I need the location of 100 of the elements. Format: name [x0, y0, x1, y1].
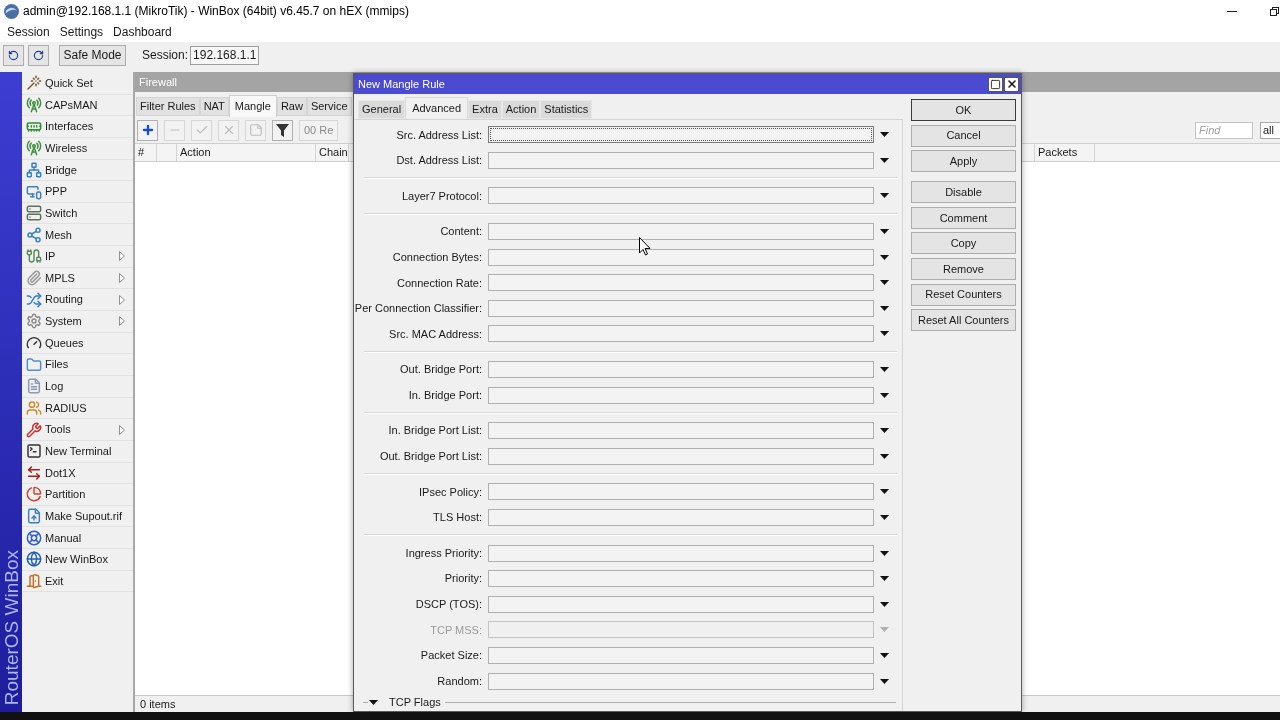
sidebar-item[interactable]: MPLS	[22, 267, 133, 290]
field-label: TCP MSS:	[430, 622, 482, 638]
maximize-icon[interactable]	[1270, 6, 1279, 16]
dialog-button[interactable]: Reset Counters	[911, 283, 1016, 306]
dropdown-arrow-icon[interactable]	[880, 515, 889, 520]
dropdown-arrow-icon[interactable]	[880, 678, 889, 684]
sidebar-item[interactable]: New WinBox	[22, 549, 133, 571]
dropdown-arrow-icon[interactable]	[880, 254, 889, 260]
sidebar-item[interactable]: Routing	[22, 289, 133, 312]
dropdown-arrow-icon[interactable]	[880, 550, 889, 556]
dropdown-arrow-icon[interactable]	[880, 331, 889, 337]
dialog-button[interactable]: Reset All Counters	[911, 309, 1016, 332]
dialog-button[interactable]: Disable	[911, 181, 1016, 204]
crossing-arrows-icon	[26, 291, 42, 308]
folder-icon	[26, 356, 42, 373]
dropdown-arrow-icon[interactable]	[880, 157, 889, 163]
combo-field[interactable]	[488, 274, 874, 292]
combo-field[interactable]	[488, 361, 874, 379]
tab[interactable]: Extra	[468, 100, 502, 119]
combo-field[interactable]	[488, 248, 874, 266]
dialog-button[interactable]: OK	[911, 99, 1016, 121]
redo-button[interactable]	[28, 44, 49, 66]
find-field[interactable]: Find	[1195, 121, 1253, 139]
dropdown-arrow-icon[interactable]	[880, 601, 889, 607]
tab[interactable]: Statistics	[540, 100, 593, 119]
tab[interactable]: Mangle	[228, 95, 277, 117]
column-header[interactable]: #	[135, 144, 157, 161]
dialog-button[interactable]: Apply	[911, 150, 1016, 173]
field-label: Packet Size:	[420, 648, 482, 664]
combo-field[interactable]	[488, 386, 874, 404]
combo-field[interactable]	[488, 325, 874, 343]
filter-select[interactable]: all	[1260, 121, 1280, 139]
combo-field[interactable]	[488, 126, 874, 144]
dialog-button[interactable]: Remove	[911, 257, 1016, 280]
app-logo-icon	[4, 3, 19, 19]
tab[interactable]: Filter Rules	[136, 97, 200, 116]
sidebar-item[interactable]: IP	[22, 246, 133, 268]
window-title: Firewall	[139, 74, 177, 90]
column-header[interactable]: Chain	[316, 144, 349, 161]
dialog-button[interactable]: Copy	[911, 232, 1016, 255]
tab[interactable]: NAT	[199, 97, 229, 116]
combo-field[interactable]	[488, 672, 874, 690]
dropdown-arrow-icon[interactable]	[880, 305, 889, 311]
dropdown-arrow-icon[interactable]	[880, 428, 889, 434]
dropdown-arrow-icon[interactable]	[880, 132, 889, 138]
maximize-button[interactable]	[988, 76, 1003, 92]
combo-field[interactable]	[488, 447, 874, 465]
combo-field[interactable]	[488, 483, 874, 501]
filter-button[interactable]	[272, 119, 293, 141]
sidebar-item[interactable]: Tools	[22, 419, 133, 441]
session-field[interactable]: 192.168.1.1	[190, 45, 260, 65]
dropdown-arrow-icon[interactable]	[880, 193, 889, 199]
antenna-icon	[26, 96, 42, 113]
combo-field[interactable]	[488, 647, 874, 664]
tab[interactable]: General	[358, 100, 406, 119]
globe-icon	[26, 551, 42, 568]
window-title: admin@192.168.1.1 (MikroTik) - WinBox (64bit) v6.45.7 on hEX (mmips)	[23, 3, 409, 20]
dropdown-arrow-icon[interactable]	[880, 653, 889, 658]
maximize-icon	[990, 78, 1001, 90]
combo-field[interactable]	[488, 544, 874, 562]
combo-field[interactable]	[488, 151, 874, 169]
combo-field[interactable]	[488, 422, 874, 440]
safe-mode-button[interactable]: Safe Mode	[59, 44, 126, 66]
sidebar-item[interactable]: Manual	[22, 527, 133, 550]
menu-item[interactable]: Dashboard	[113, 23, 172, 41]
expand-triangle-icon[interactable]	[369, 699, 378, 705]
undo-button[interactable]	[3, 44, 24, 66]
column-header[interactable]: Action	[177, 144, 316, 161]
note-icon	[248, 123, 263, 137]
tab[interactable]: Service	[306, 97, 352, 116]
combo-field[interactable]	[488, 509, 874, 526]
dropdown-arrow-icon[interactable]	[880, 229, 889, 235]
combo-field[interactable]	[488, 223, 874, 241]
combo-field[interactable]	[488, 570, 874, 588]
sidebar-item[interactable]: System	[22, 311, 133, 333]
lifebuoy-icon	[26, 529, 42, 546]
combo-field[interactable]	[488, 595, 874, 613]
tab[interactable]: Advanced	[405, 97, 469, 119]
add-button[interactable]	[137, 119, 158, 141]
minimize-icon[interactable]	[1227, 10, 1237, 12]
menu-item[interactable]: Session	[7, 23, 50, 41]
combo-field[interactable]	[488, 299, 874, 317]
dropdown-arrow-icon[interactable]	[880, 489, 889, 495]
menu-item[interactable]: Settings	[59, 23, 104, 41]
cable-icon	[26, 248, 42, 265]
dropdown-arrow-icon[interactable]	[880, 453, 889, 459]
dialog-button[interactable]: Comment	[911, 206, 1016, 229]
sidebar-item[interactable]: New Terminal	[22, 440, 133, 463]
network-icon	[26, 161, 42, 178]
dialog-button[interactable]: Cancel	[911, 124, 1016, 147]
dropdown-arrow-icon[interactable]	[880, 280, 889, 286]
tab[interactable]: Raw	[276, 97, 307, 116]
combo-field[interactable]	[488, 187, 874, 205]
field-label: Connection Bytes:	[392, 249, 482, 265]
column-header[interactable]: Packets	[1035, 144, 1095, 161]
dropdown-arrow-icon[interactable]	[880, 576, 889, 582]
dropdown-arrow-icon[interactable]	[880, 367, 889, 373]
dropdown-arrow-icon[interactable]	[880, 392, 889, 398]
tab[interactable]: Action	[501, 100, 541, 119]
close-button[interactable]	[1004, 76, 1019, 92]
